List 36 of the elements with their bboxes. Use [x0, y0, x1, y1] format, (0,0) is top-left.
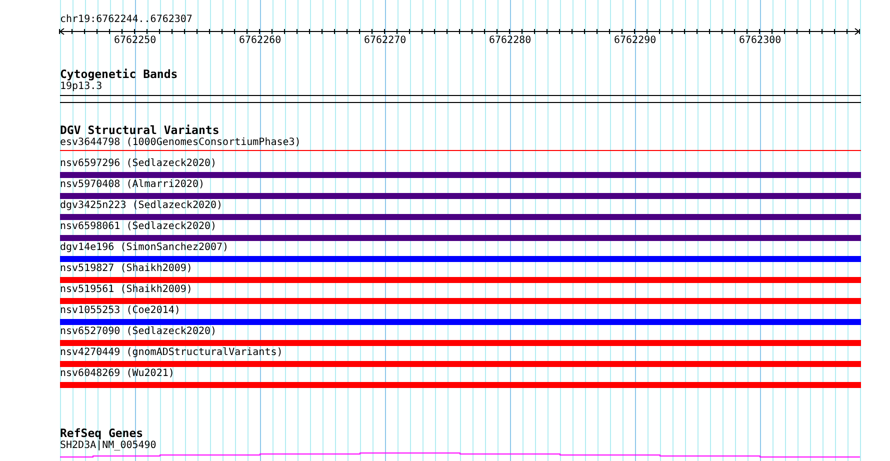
track-title: Cytogenetic Bands — [60, 68, 178, 81]
variant-label: nsv5970408 (Almarri2020) — [60, 179, 204, 191]
variant-feature[interactable] — [60, 382, 861, 388]
variant-feature[interactable] — [60, 298, 861, 304]
gene-feature[interactable] — [60, 452, 861, 458]
variant-feature[interactable] — [60, 235, 861, 241]
tick-label: 6762250 — [114, 35, 156, 47]
variant-label: nsv6048269 (Wu2021) — [60, 368, 174, 380]
variant-label: nsv6598061 (Sedlazeck2020) — [60, 221, 217, 233]
variant-feature[interactable] — [60, 340, 861, 346]
variant-feature[interactable] — [60, 193, 861, 199]
gene-label: SH2D3A|NM_005490 — [60, 440, 156, 452]
variant-feature[interactable] — [60, 172, 861, 178]
tick-label: 6762260 — [239, 35, 282, 47]
variant-label: dgv14e196 (SimonSanchez2007) — [60, 242, 229, 254]
variant-label: esv3644798 (1000GenomesConsortiumPhase3) — [60, 137, 301, 149]
location-label: chr19:6762244..6762307 — [60, 14, 194, 26]
variant-label: nsv6597296 (Sedlazeck2020) — [60, 158, 217, 170]
tick-label: 6762270 — [364, 35, 406, 47]
tick-label: 6762280 — [489, 35, 532, 47]
tick-label: 6762290 — [614, 35, 656, 47]
variant-feature[interactable] — [60, 256, 861, 262]
variant-feature[interactable] — [60, 277, 861, 283]
tick-label: 6762300 — [739, 35, 782, 47]
band-label: 19p13.3 — [60, 81, 102, 93]
track-title: DGV Structural Variants — [60, 124, 220, 137]
variant-label: nsv519827 (Shaikh2009) — [60, 263, 192, 275]
variant-label: nsv519561 (Shaikh2009) — [60, 284, 192, 296]
variant-label: nsv1055253 (Coe2014) — [60, 305, 180, 317]
variant-feature[interactable] — [60, 361, 861, 367]
variant-feature[interactable] — [60, 319, 861, 325]
variant-label: dgv3425n223 (Sedlazeck2020) — [60, 200, 223, 212]
variant-feature[interactable] — [60, 214, 861, 220]
track-title: RefSeq Genes — [60, 427, 144, 440]
variant-label: nsv4270449 (gnomADStructuralVariants) — [60, 347, 283, 359]
variant-label: nsv6527090 (Sedlazeck2020) — [60, 326, 217, 338]
